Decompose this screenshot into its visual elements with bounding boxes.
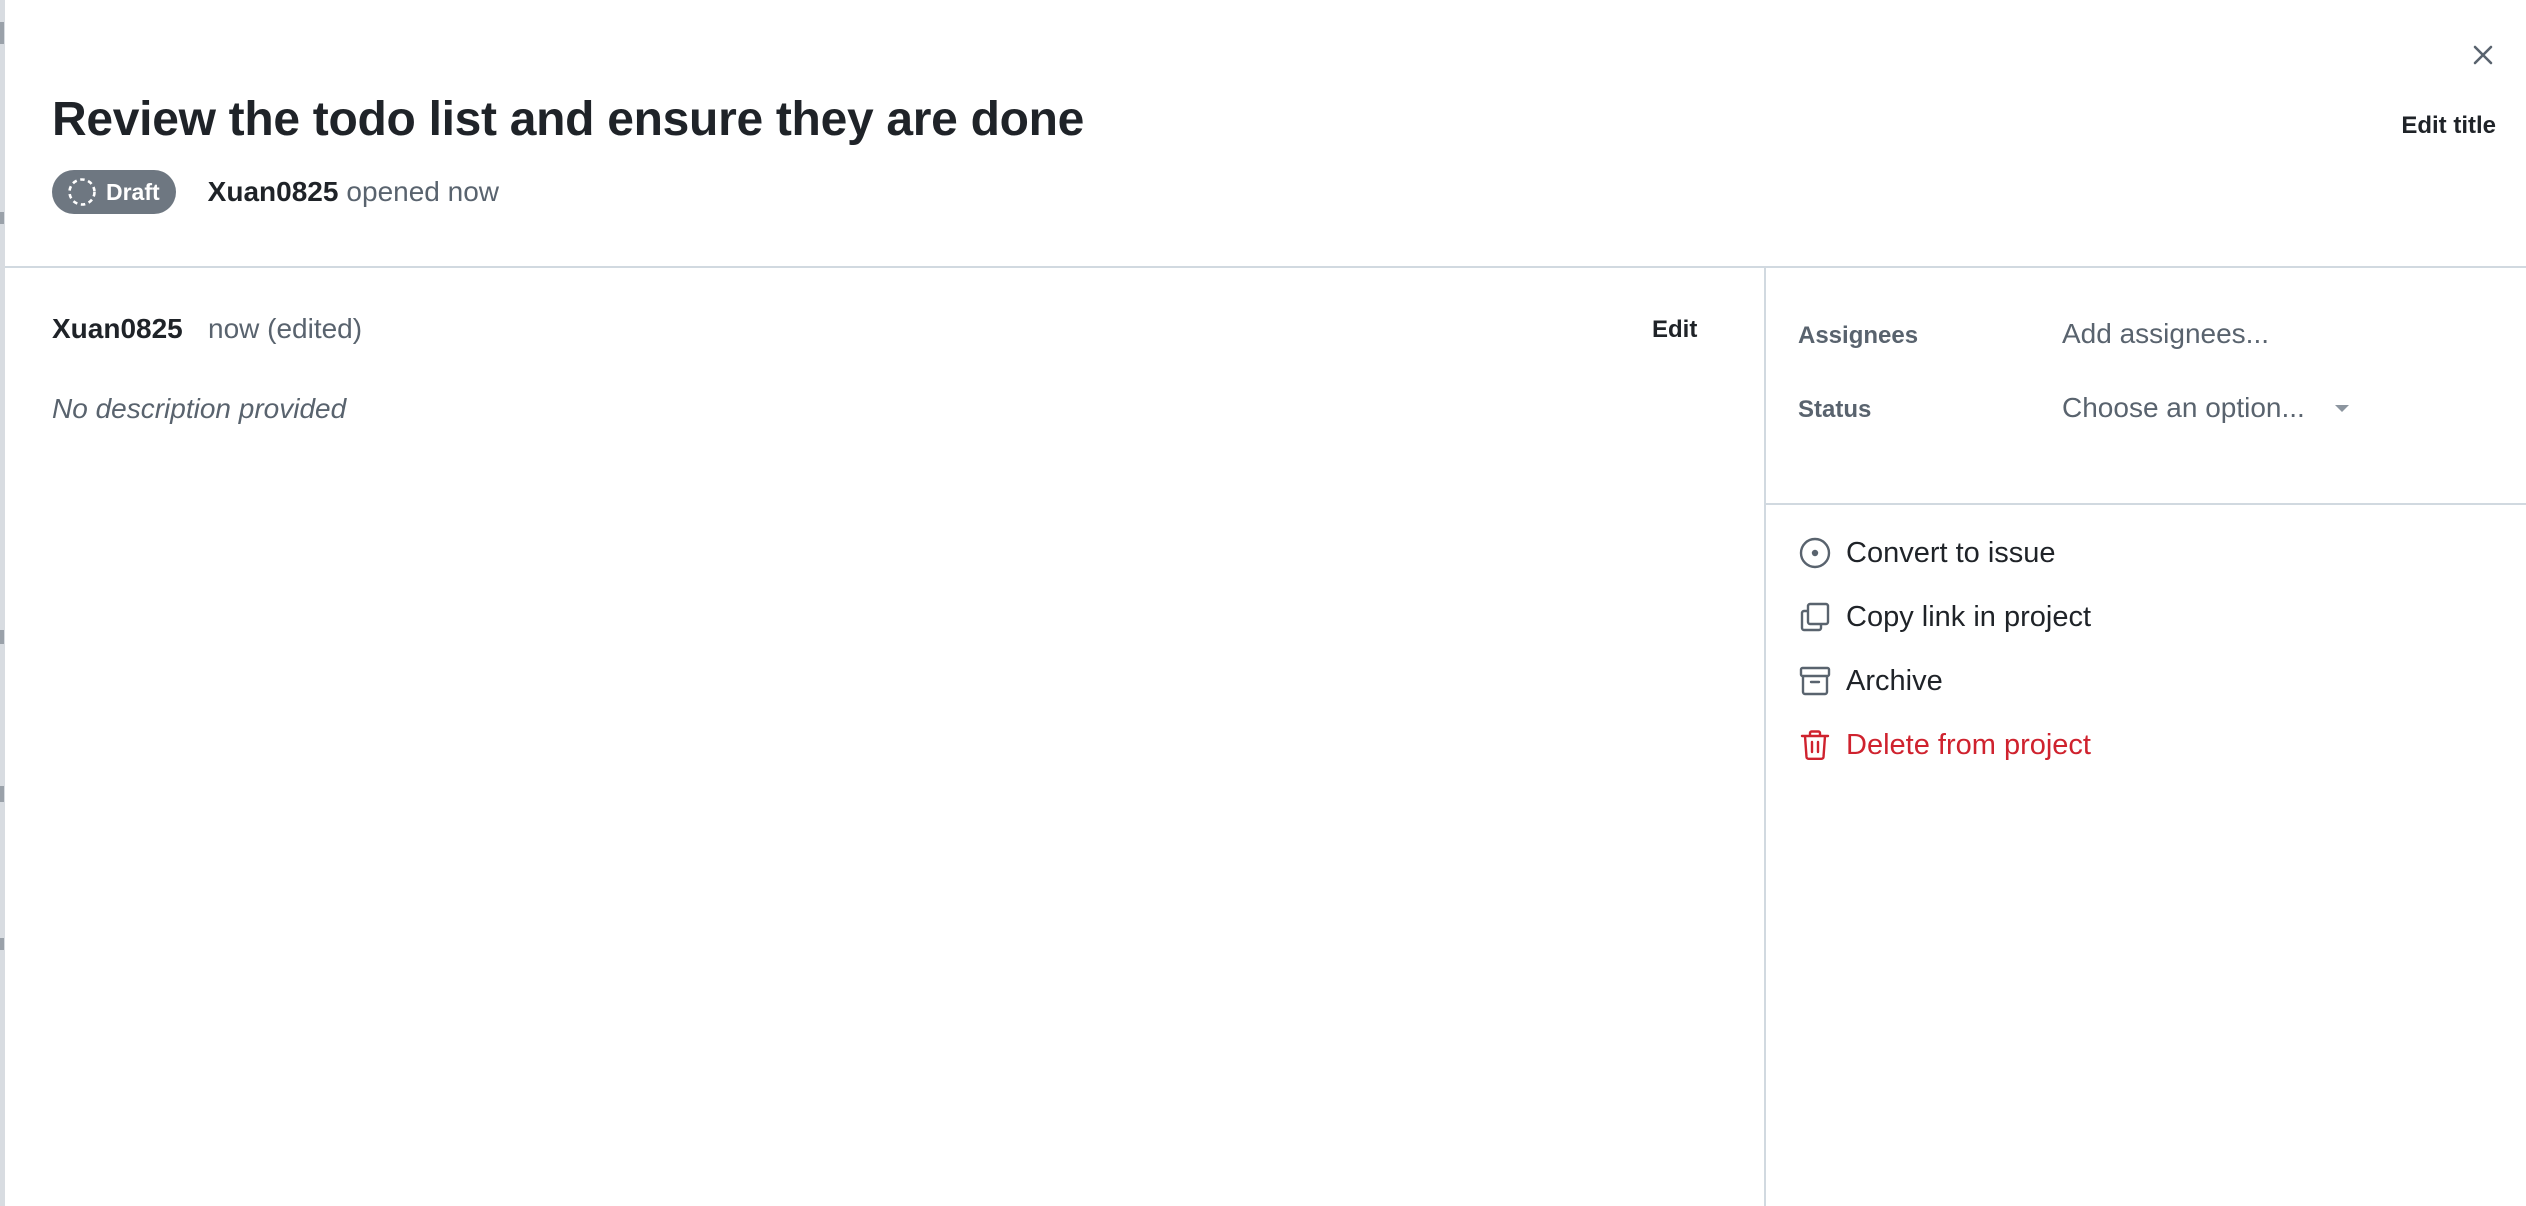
status-badge: Draft: [52, 170, 176, 214]
copy-link-button[interactable]: Copy link in project: [1798, 597, 2091, 637]
item-meta: Draft Xuan0825 opened now: [52, 170, 499, 214]
archive-label: Archive: [1846, 664, 1943, 697]
archive-button[interactable]: Archive: [1798, 661, 1943, 701]
background-fragment: [0, 212, 4, 224]
description-body: No description provided: [52, 393, 347, 424]
delete-from-project-label: Delete from project: [1846, 728, 2091, 761]
sidebar-divider: [1766, 503, 2526, 505]
chevron-down-icon[interactable]: [2334, 404, 2350, 414]
header-divider: [5, 266, 2526, 268]
comment-author[interactable]: Xuan0825: [52, 313, 183, 345]
convert-to-issue-button[interactable]: Convert to issue: [1798, 533, 2056, 573]
copy-icon: [1798, 600, 1832, 634]
archive-icon: [1798, 664, 1832, 698]
item-title: Review the todo list and ensure they are…: [52, 93, 1085, 146]
convert-to-issue-label: Convert to issue: [1846, 536, 2056, 569]
status-label: Status: [1798, 396, 1872, 423]
background-fragment: [0, 938, 4, 950]
assignees-field[interactable]: Add assignees...: [2062, 318, 2269, 350]
delete-from-project-button[interactable]: Delete from project: [1798, 725, 2091, 765]
issue-opened-icon: [1798, 536, 1832, 570]
assignees-label: Assignees: [1798, 322, 1919, 349]
edit-title-button[interactable]: Edit title: [2401, 112, 2496, 140]
status-select[interactable]: Choose an option...: [2062, 392, 2305, 424]
background-fragment: [0, 786, 4, 802]
comment-timestamp: now (edited): [208, 313, 363, 344]
background-page-edge: [0, 0, 5, 1206]
background-fragment: [0, 22, 4, 44]
trash-icon: [1798, 728, 1832, 762]
sidebar-divider-vertical: [1764, 268, 1766, 1206]
opened-timestamp: opened now: [346, 176, 499, 207]
copy-link-label: Copy link in project: [1846, 600, 2091, 633]
status-badge-label: Draft: [106, 178, 160, 205]
edit-description-button[interactable]: Edit: [1652, 316, 1697, 344]
close-button[interactable]: [2466, 38, 2500, 72]
draft-icon: [68, 178, 96, 206]
close-icon: [2473, 45, 2493, 65]
author-link[interactable]: Xuan0825: [208, 176, 339, 208]
background-fragment: [0, 630, 4, 644]
